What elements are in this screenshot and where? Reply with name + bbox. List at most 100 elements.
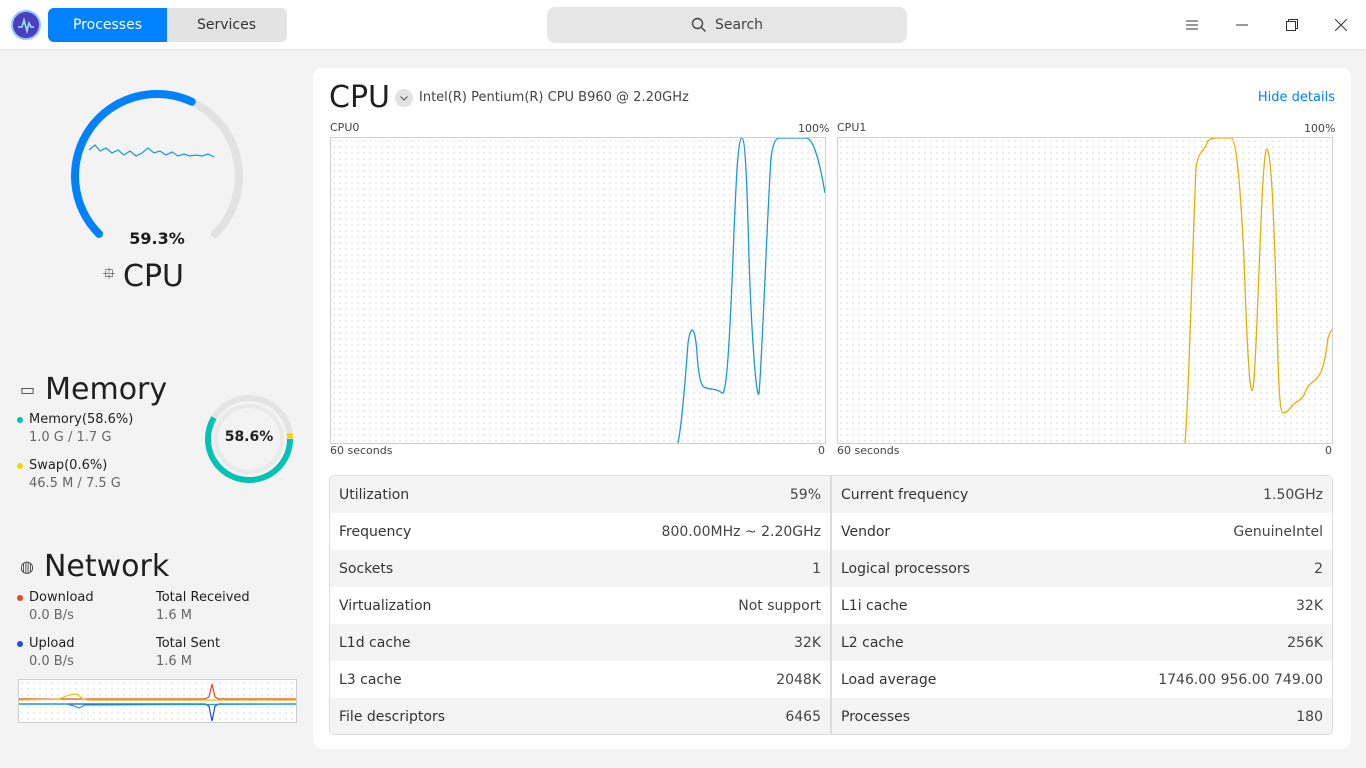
row-key: File descriptors [339,708,446,725]
row-value: 1 [812,560,821,577]
hide-details-link[interactable]: Hide details [1258,90,1335,105]
row-key: Frequency [339,523,412,540]
network-graph [18,679,297,723]
cpu-detail-card: CPU Intel(R) Pentium(R) CPU B960 @ 2.20G… [313,68,1351,749]
cpu-view-dropdown[interactable] [395,89,413,107]
total-sent-value: 1.6 M [156,654,193,669]
row-value: 1.50GHz [1263,486,1323,503]
cpu1-max-label: 100% [1304,122,1336,135]
download-dot [17,594,23,601]
cpu0-left-label: 60 seconds [330,444,393,457]
memory-icon: ▭ [20,380,36,399]
minimize-button[interactable] [1227,10,1257,40]
table-row: Current frequency 1.50GHz [832,476,1332,513]
detail-title: CPU [329,80,390,115]
close-button[interactable] [1326,10,1356,40]
row-value: 2048K [776,671,821,688]
download-value: 0.0 B/s [29,608,74,623]
upload-legend: Upload 0.0 B/s [17,636,75,669]
network-title-text: Network [43,549,170,584]
cpu-info-left-column: Utilization 59% Frequency 800.00MHz ~ 2.20… [330,476,831,734]
globe-icon: ◍ [20,557,34,576]
table-row: Frequency 800.00MHz ~ 2.20GHz [330,513,831,550]
row-value: GenuineIntel [1233,523,1323,540]
total-received-value: 1.6 M [156,608,193,623]
network-section-title[interactable]: ◍ Network [20,549,169,584]
cpu-info-table: Utilization 59% Frequency 800.00MHz ~ 2.20… [329,475,1333,735]
row-value: 32K [1296,597,1323,614]
total-received-label: Total Received [156,590,250,605]
main-menu-button[interactable] [1177,10,1207,40]
row-key: Sockets [339,560,394,577]
view-switcher: Processes Services [48,8,287,42]
row-value: 1746.00 956.00 749.00 [1158,671,1323,688]
tab-processes[interactable]: Processes [48,8,167,42]
upload-series-line [19,703,296,722]
download-series-line [19,683,296,700]
row-value: 800.00MHz ~ 2.20GHz [661,523,821,540]
tab-services[interactable]: Services [167,8,286,42]
search-icon [691,17,706,32]
table-row: Vendor GenuineIntel [832,513,1332,550]
row-key: Virtualization [339,597,432,614]
row-key: Vendor [841,523,891,540]
row-key: L2 cache [841,634,904,651]
cpu0-max-label: 100% [798,122,830,135]
upload-dot [17,640,23,647]
cpu0-label: CPU0 [330,121,360,134]
minimize-icon [1236,24,1248,26]
row-key: L1i cache [841,597,908,614]
swap-dot [17,462,23,469]
row-value: 59% [789,486,821,503]
memory-title-text: Memory [45,372,168,407]
cpu0-graph [330,137,826,444]
app-logo-icon [11,10,41,40]
table-row: Utilization 59% [330,476,831,513]
close-icon [1335,19,1347,31]
table-row: L3 cache 2048K [330,661,831,698]
hamburger-icon [1186,20,1198,30]
swap-legend: Swap(0.6%) 46.5 M / 7.5 G [17,458,121,491]
memory-label: Memory(58.6%) [29,412,134,427]
total-received: Total Received 1.6 M [156,590,250,623]
cpu1-graph [837,137,1333,444]
cpu-model: Intel(R) Pentium(R) CPU B960 @ 2.20GHz [419,90,689,105]
table-row: L1d cache 32K [330,624,831,661]
row-key: Logical processors [841,560,970,577]
cpu0-usage-line [677,138,825,443]
table-row: L1i cache 32K [832,587,1332,624]
total-sent: Total Sent 1.6 M [156,636,220,669]
title-bar: Processes Services Search [0,0,1366,50]
download-label: Download [29,590,94,605]
total-sent-label: Total Sent [156,636,221,651]
memory-legend: Memory(58.6%) 1.0 G / 1.7 G [17,412,133,445]
download-legend: Download 0.0 B/s [17,590,94,623]
cpu1-right-label: 0 [1325,444,1332,457]
maximize-button[interactable] [1277,10,1307,40]
row-value: 180 [1296,708,1323,725]
table-row: Sockets 1 [330,550,831,587]
table-row: Logical processors 2 [832,550,1332,587]
table-row: Load average 1746.00 956.00 749.00 [832,661,1332,698]
row-value: 32K [794,634,821,651]
memory-section-title[interactable]: ▭ Memory [20,372,167,407]
cpu-gauge-fill [71,90,196,238]
swap-label: Swap(0.6%) [29,458,108,473]
row-key: L3 cache [339,671,402,688]
cpu-label-text: CPU [123,259,185,294]
memory-dot [17,416,23,423]
swap-value: 46.5 M / 7.5 G [29,476,121,491]
table-row: Processes 180 [832,698,1332,734]
row-value: Not support [738,597,821,614]
cpu0-right-label: 0 [818,444,825,457]
search-input[interactable]: Search [547,7,907,43]
upload-label: Upload [29,636,75,651]
memory-percent: 58.6% [224,429,274,445]
row-value: 256K [1287,634,1323,651]
cpu-chip-icon: ⯐ [103,264,116,283]
row-key: Processes [841,708,911,725]
cpu-mini-sparkline [88,144,215,158]
cpu1-label: CPU1 [837,121,867,134]
cpu1-left-label: 60 seconds [837,444,900,457]
upload-value: 0.0 B/s [29,654,74,669]
